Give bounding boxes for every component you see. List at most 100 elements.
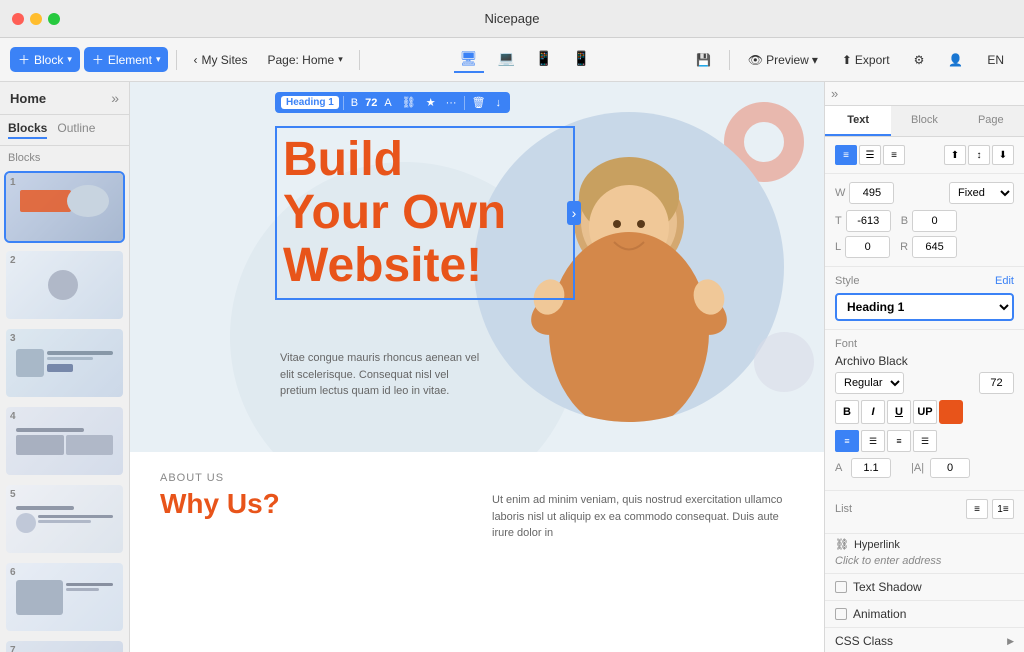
r-label: R xyxy=(900,241,908,253)
align-middle-button[interactable]: ↕ xyxy=(968,145,990,165)
add-block-button[interactable]: ＋ Block ▾ xyxy=(10,47,80,72)
page-thumb-5[interactable]: 5 xyxy=(4,483,125,555)
down-icon[interactable]: ↓ xyxy=(493,96,505,110)
line-height-input[interactable] xyxy=(851,458,891,478)
underline-icon[interactable]: A xyxy=(381,96,394,110)
main-toolbar: ＋ Block ▾ ＋ Element ▾ ‹ My Sites Page: H… xyxy=(0,38,1024,82)
text-shadow-section[interactable]: Text Shadow xyxy=(825,574,1024,601)
ordered-list-button[interactable]: 1≡ xyxy=(992,499,1014,519)
resize-handle-right[interactable] xyxy=(567,201,581,225)
align-bottom-button[interactable]: ⬇ xyxy=(992,145,1014,165)
block-label: Block xyxy=(34,53,63,67)
sidebar-tabs: Blocks Outline xyxy=(0,115,129,146)
page-thumbnails: 1 2 xyxy=(0,167,129,652)
align-right-button[interactable]: ≡ xyxy=(883,145,905,165)
unordered-list-button[interactable]: ≡ xyxy=(966,499,988,519)
about-left: ABOUT US Why Us? xyxy=(160,472,462,542)
my-sites-label: My Sites xyxy=(201,53,247,67)
language-button[interactable]: EN xyxy=(977,49,1014,71)
hyperlink-placeholder[interactable]: Click to enter address xyxy=(835,555,941,567)
my-sites-button[interactable]: ‹ My Sites xyxy=(185,49,255,71)
underline-format-button[interactable]: U xyxy=(887,400,911,424)
more-icon[interactable]: ··· xyxy=(443,96,460,110)
panel-collapse-button[interactable]: » xyxy=(831,86,838,101)
italic-format-button[interactable]: I xyxy=(861,400,885,424)
element-label: Element xyxy=(108,53,152,67)
user-icon: 👤 xyxy=(948,53,963,67)
tablet-icon[interactable]: 📱 xyxy=(529,46,558,73)
mobile-icon[interactable]: 📱 xyxy=(566,46,595,73)
font-weight-select[interactable]: Regular Bold Light xyxy=(835,372,904,394)
maximize-button[interactable] xyxy=(48,13,60,25)
para-align-left-button[interactable]: ≡ xyxy=(835,430,859,452)
link-icon[interactable]: ⛓ xyxy=(399,95,419,110)
add-element-button[interactable]: ＋ Element ▾ xyxy=(84,47,169,72)
style-edit-button[interactable]: Edit xyxy=(995,275,1014,287)
uppercase-format-button[interactable]: UP xyxy=(913,400,937,424)
heading-box[interactable]: Build Your Own Website! xyxy=(275,126,575,300)
tab-blocks[interactable]: Blocks xyxy=(8,121,47,139)
tab-text[interactable]: Text xyxy=(825,106,891,136)
user-button[interactable]: 👤 xyxy=(938,49,973,71)
tab-outline[interactable]: Outline xyxy=(57,121,95,139)
l-field: L xyxy=(835,236,890,258)
desktop-icon[interactable]: 🖥 xyxy=(454,46,484,73)
toolbar-right: 💾 👁 Preview ▾ ⬆ Export ⚙ 👤 EN xyxy=(686,49,1014,71)
page-thumb-3[interactable]: 3 xyxy=(4,327,125,399)
gear-icon: ⚙ xyxy=(914,53,925,67)
tab-page[interactable]: Page xyxy=(958,106,1024,136)
align-top-button[interactable]: ⬆ xyxy=(944,145,966,165)
t-input[interactable] xyxy=(846,210,891,232)
page-thumb-7[interactable]: 7 xyxy=(4,639,125,652)
sidebar-collapse-button[interactable]: » xyxy=(111,90,119,106)
r-input[interactable] xyxy=(912,236,957,258)
style-select[interactable]: Heading 1 Heading 2 Heading 3 Normal xyxy=(835,293,1014,321)
text-shadow-checkbox[interactable] xyxy=(835,581,847,593)
toolbar-separator xyxy=(343,96,344,110)
page-thumb-1[interactable]: 1 xyxy=(4,171,125,243)
minimize-button[interactable] xyxy=(30,13,42,25)
align-center-button[interactable]: ☰ xyxy=(859,145,881,165)
b-label: B xyxy=(901,215,908,227)
para-align-right-button[interactable]: ≡ xyxy=(887,430,911,452)
tab-block[interactable]: Block xyxy=(891,106,957,136)
lang-label: EN xyxy=(987,53,1004,67)
page-thumb-4[interactable]: 4 xyxy=(4,405,125,477)
right-panel: » Text Block Page ≡ ☰ ≡ ⬆ ↕ ⬇ W xyxy=(824,82,1024,652)
close-button[interactable] xyxy=(12,13,24,25)
b-input[interactable] xyxy=(912,210,957,232)
css-class-section[interactable]: CSS Class ▶ xyxy=(825,628,1024,652)
para-align-justify-button[interactable]: ☰ xyxy=(913,430,937,452)
l-input[interactable] xyxy=(845,236,890,258)
animation-checkbox[interactable] xyxy=(835,608,847,620)
bold-format-button[interactable]: B xyxy=(835,400,859,424)
delete-icon[interactable]: 🗑 xyxy=(469,95,489,110)
width-input[interactable] xyxy=(849,182,894,204)
preview-button[interactable]: 👁 Preview ▾ xyxy=(738,49,828,71)
letter-spacing-input[interactable] xyxy=(930,458,970,478)
heading-style-badge[interactable]: Heading 1 xyxy=(281,96,339,109)
star-icon[interactable]: ★ xyxy=(423,95,439,110)
text-shadow-label: Text Shadow xyxy=(853,580,922,594)
font-size-value[interactable]: 72 xyxy=(365,97,377,109)
font-size-input[interactable] xyxy=(979,372,1014,394)
animation-section[interactable]: Animation xyxy=(825,601,1024,628)
para-align-center-button[interactable]: ☰ xyxy=(861,430,885,452)
separator xyxy=(729,50,730,70)
page-thumb-2[interactable]: 2 xyxy=(4,249,125,321)
about-right: Ut enim ad minim veniam, quis nostrud ex… xyxy=(492,472,794,542)
css-class-label: CSS Class xyxy=(835,634,893,648)
width-mode-select[interactable]: Fixed Auto xyxy=(949,182,1014,204)
bold-button[interactable]: B xyxy=(348,96,361,110)
export-button[interactable]: ⬆ Export xyxy=(832,49,900,71)
settings-button[interactable]: ⚙ xyxy=(904,49,935,71)
laptop-icon[interactable]: 💻 xyxy=(492,46,521,73)
preview-label: Preview xyxy=(766,53,809,67)
page-thumb-6[interactable]: 6 xyxy=(4,561,125,633)
align-left-button[interactable]: ≡ xyxy=(835,145,857,165)
chevron-down-icon: ▾ xyxy=(156,54,161,65)
save-button[interactable]: 💾 xyxy=(686,49,721,71)
page-home-button[interactable]: Page: Home ▾ xyxy=(259,49,350,71)
color-picker-button[interactable] xyxy=(939,400,963,424)
toolbar-separator xyxy=(464,96,465,110)
